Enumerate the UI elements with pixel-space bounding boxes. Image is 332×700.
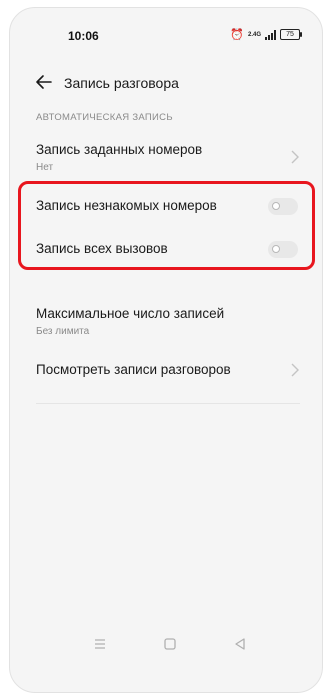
view-records-title: Посмотреть записи разговоров: [36, 362, 231, 377]
status-bar: 10:06 ⏰ 2.4G 75: [10, 8, 322, 44]
red-highlight-frame: [18, 181, 315, 270]
phone-screen: 10:06 ⏰ 2.4G 75 Запись разговора АВТОМАТ…: [9, 7, 323, 693]
status-time: 10:06: [68, 29, 99, 43]
network-type: 2.4G: [247, 31, 261, 38]
app-header: Запись разговора: [10, 66, 322, 100]
battery-icon: 75: [280, 29, 302, 40]
page-title: Запись разговора: [64, 75, 179, 91]
max-records-value: Без лимита: [36, 326, 90, 337]
menu-icon[interactable]: [90, 634, 110, 654]
home-square-icon[interactable]: [160, 634, 180, 654]
chevron-right-icon: [291, 363, 299, 377]
divider: [36, 403, 300, 404]
arrow-left-icon[interactable]: [34, 72, 54, 92]
selected-numbers-value: Нет: [36, 162, 54, 173]
signal-icon: [265, 29, 276, 40]
selected-numbers-title: Запись заданных номеров: [36, 142, 203, 157]
max-records-row[interactable]: Максимальное число записей Без лимита: [36, 306, 300, 337]
alarm-icon: ⏰: [230, 29, 244, 41]
max-records-title: Максимальное число записей: [36, 306, 225, 321]
navigation-bar: [10, 634, 322, 664]
status-icons: ⏰ 2.4G 75: [230, 28, 302, 41]
chevron-right-icon: [291, 150, 299, 164]
selected-numbers-row[interactable]: Запись заданных номеров Нет: [36, 142, 300, 173]
view-records-row[interactable]: Посмотреть записи разговоров: [36, 362, 300, 382]
section-label: АВТОМАТИЧЕСКАЯ ЗАПИСЬ: [36, 112, 173, 123]
back-triangle-icon[interactable]: [230, 634, 250, 654]
